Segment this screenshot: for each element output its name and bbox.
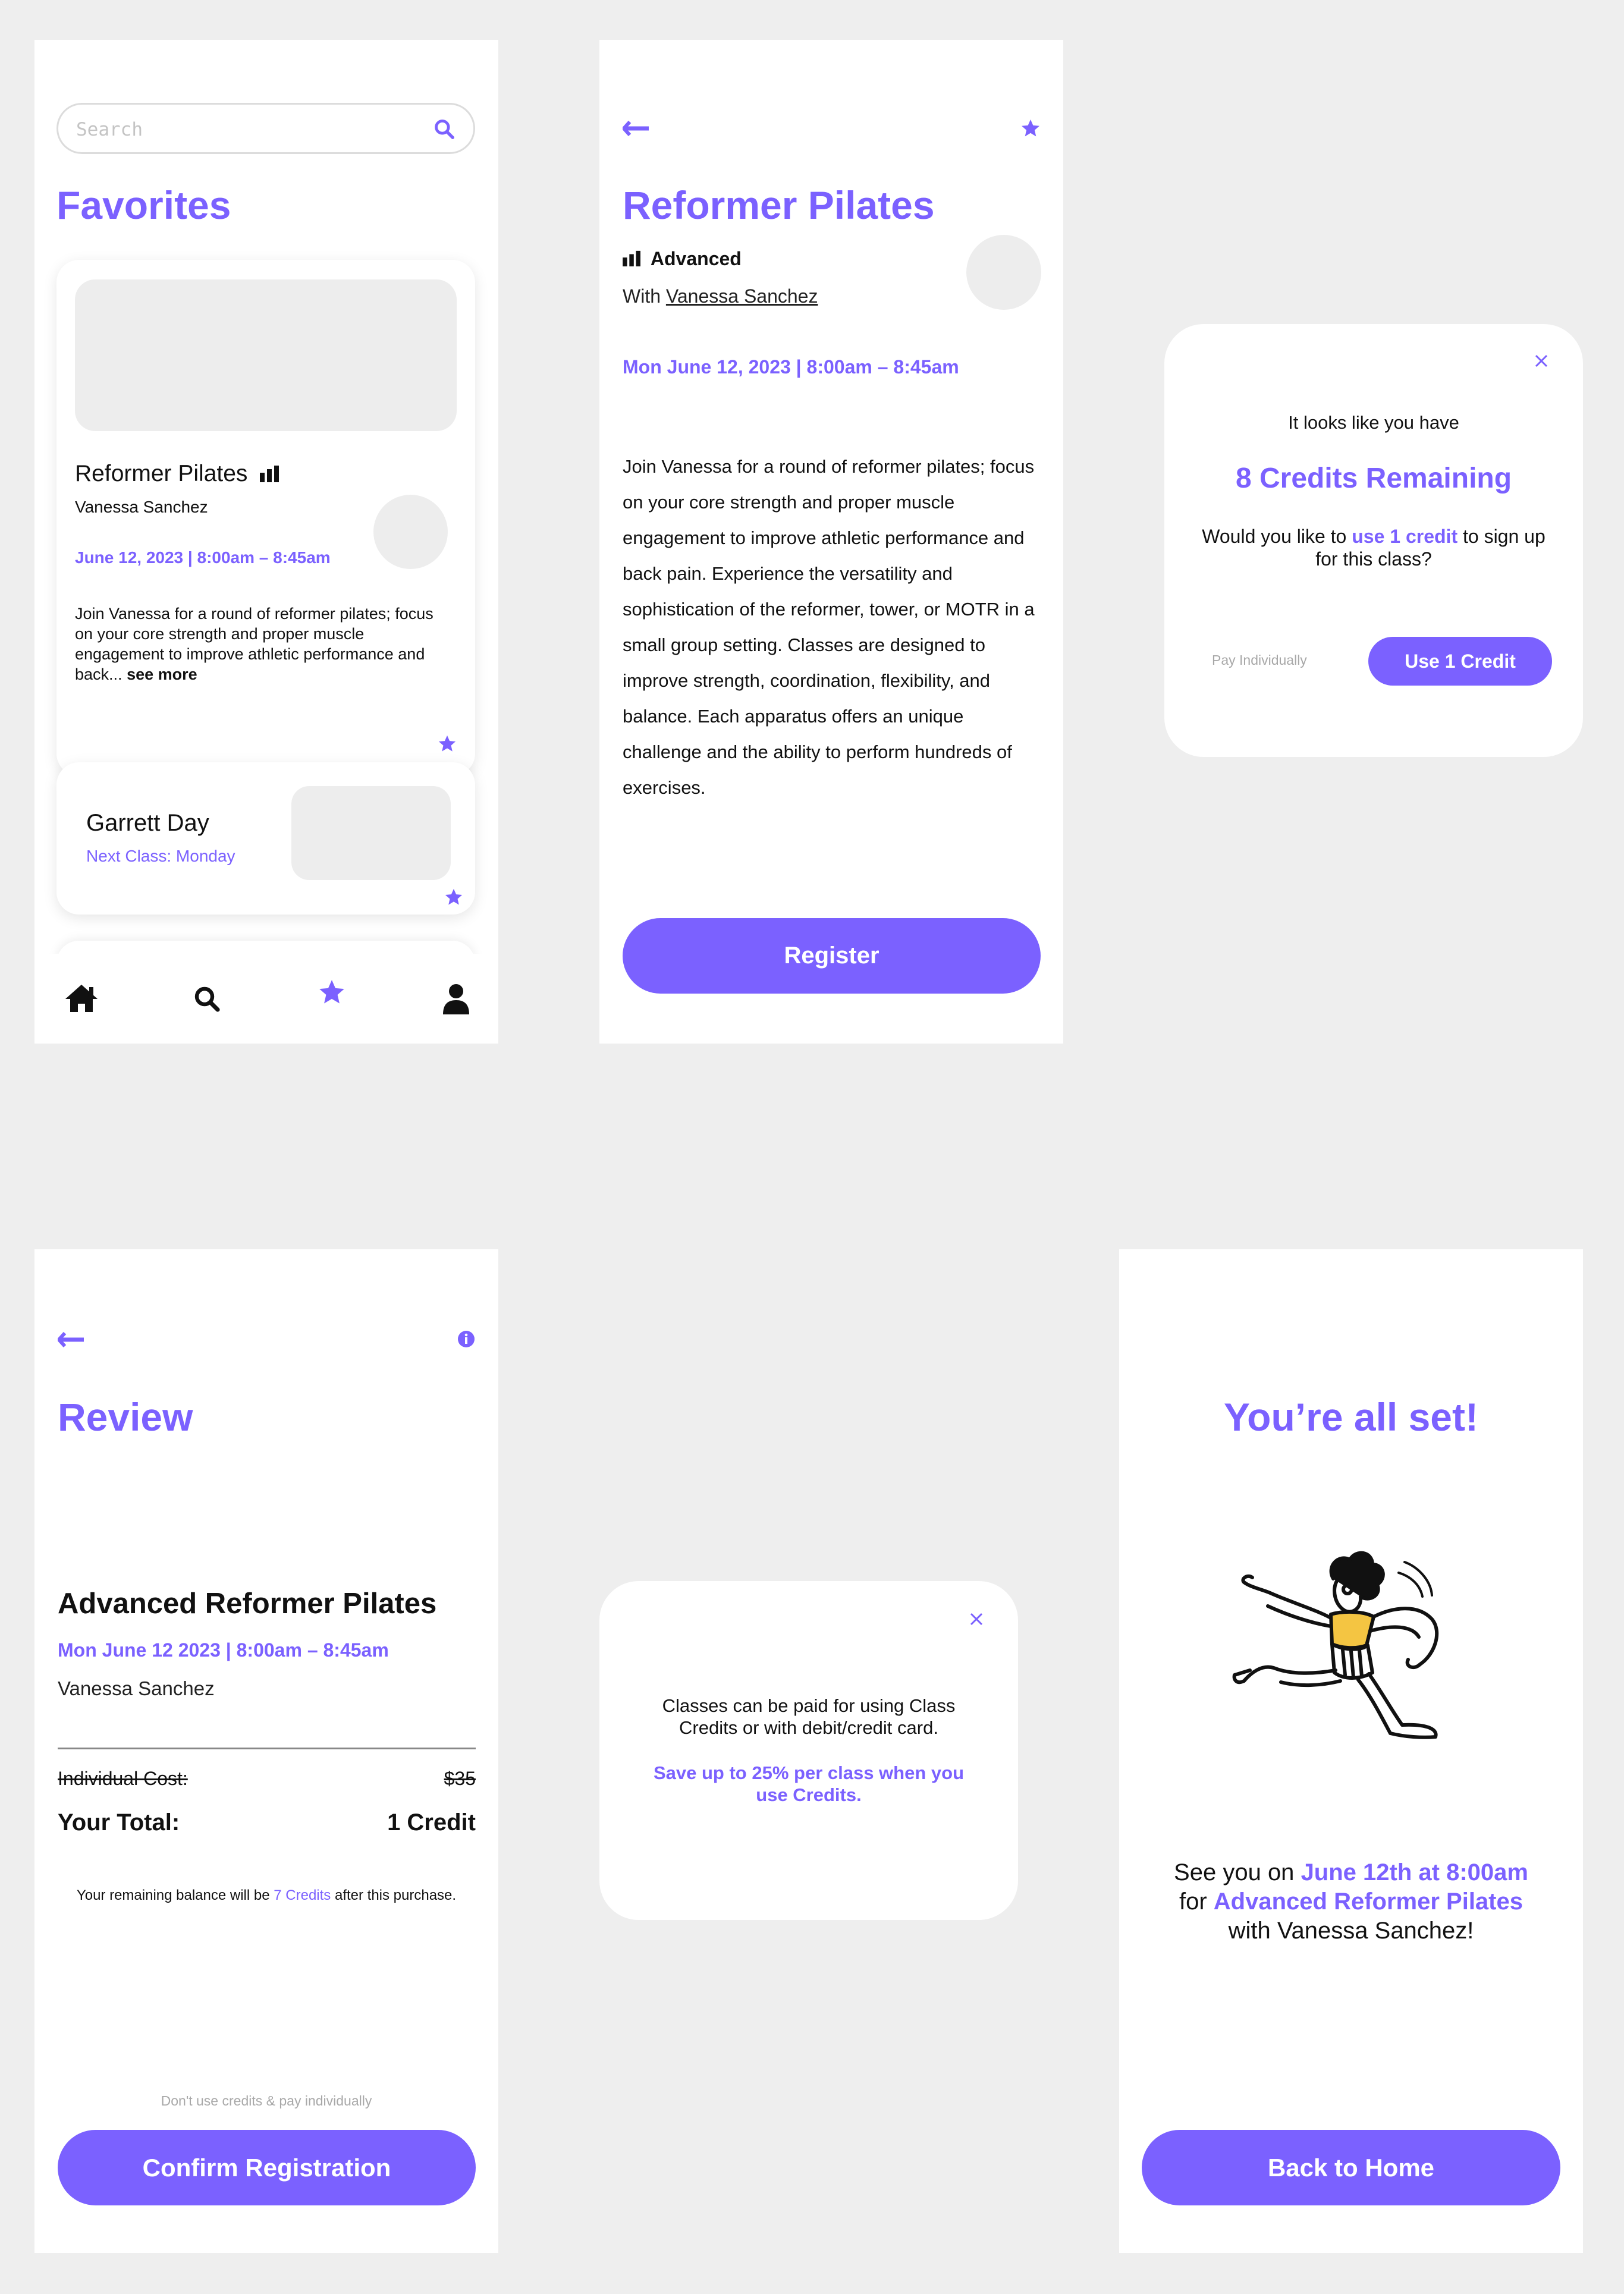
class-datetime: Mon June 12 2023 | 8:00am – 8:45am bbox=[58, 1639, 389, 1661]
info-icon[interactable] bbox=[457, 1330, 475, 1348]
instructor-avatar bbox=[966, 235, 1041, 310]
class-title: Reformer Pilates bbox=[75, 461, 280, 487]
instructor-card[interactable]: Garrett Day Next Class: Monday bbox=[56, 762, 475, 915]
class-card[interactable]: Reformer Pilates Vanessa Sanchez June 12… bbox=[56, 260, 475, 776]
info-modal: Classes can be paid for using Class Cred… bbox=[599, 1581, 1018, 1920]
level-bars-icon bbox=[623, 250, 642, 266]
star-icon[interactable] bbox=[1020, 118, 1041, 139]
class-datetime: Mon June 12, 2023 | 8:00am – 8:45am bbox=[623, 356, 959, 378]
register-button[interactable]: Register bbox=[623, 918, 1041, 994]
running-person-illustration bbox=[1226, 1548, 1476, 1753]
pay-individually-link[interactable]: Don't use credits & pay individually bbox=[34, 2093, 498, 2109]
class-instructor: Vanessa Sanchez bbox=[58, 1677, 215, 1699]
user-icon[interactable] bbox=[442, 983, 470, 1014]
back-arrow-icon[interactable] bbox=[58, 1332, 84, 1347]
search-placeholder: Search bbox=[76, 119, 143, 140]
instructor-link[interactable]: Vanessa Sanchez bbox=[666, 285, 818, 307]
home-icon[interactable] bbox=[64, 983, 99, 1013]
favorites-screen: Search Favorites Reformer Pilates Vaness… bbox=[34, 40, 498, 1044]
page-title: Favorites bbox=[56, 183, 231, 227]
balance-note: Your remaining balance will be 7 Credits… bbox=[76, 1887, 457, 1903]
individual-cost-value: $35 bbox=[444, 1768, 476, 1789]
star-icon[interactable] bbox=[444, 887, 464, 907]
page-title: You’re all set! bbox=[1224, 1395, 1478, 1439]
search-icon[interactable] bbox=[193, 985, 221, 1013]
info-highlight: Save up to 25% per class when you use Cr… bbox=[653, 1762, 965, 1805]
credits-intro: It looks like you have bbox=[1288, 412, 1459, 433]
close-icon[interactable] bbox=[1534, 354, 1548, 368]
total-label: Your Total: bbox=[58, 1809, 180, 1836]
instructor-name: Garrett Day bbox=[86, 810, 209, 836]
confirmation-line-1: See you on June 12th at 8:00am bbox=[1174, 1859, 1528, 1886]
next-class-label: Next Class: Monday bbox=[86, 847, 235, 865]
close-icon[interactable] bbox=[969, 1612, 984, 1626]
class-description: Join Vanessa for a round of reformer pil… bbox=[623, 456, 1035, 798]
class-name: Advanced Reformer Pilates bbox=[58, 1588, 437, 1620]
search-icon[interactable] bbox=[433, 118, 456, 140]
level-badge: Advanced bbox=[623, 248, 742, 270]
class-datetime: June 12, 2023 | 8:00am – 8:45am bbox=[75, 548, 331, 567]
credits-modal: It looks like you have 8 Credits Remaini… bbox=[1164, 324, 1583, 757]
level-label: Advanced bbox=[650, 248, 742, 269]
instructor-avatar bbox=[373, 495, 448, 569]
individual-cost-label: Individual Cost: bbox=[58, 1768, 188, 1789]
see-more-link[interactable]: see more bbox=[127, 665, 197, 683]
bottom-nav bbox=[34, 942, 498, 1044]
page-title: Reformer Pilates bbox=[623, 183, 935, 227]
star-icon[interactable] bbox=[317, 978, 347, 1007]
use-credit-button[interactable]: Use 1 Credit bbox=[1368, 637, 1552, 686]
confirmation-message: See you on June 12th at 8:00am for Advan… bbox=[1143, 1858, 1559, 1946]
page-title: Review bbox=[58, 1395, 193, 1439]
use-credit-link[interactable]: use 1 credit bbox=[1352, 526, 1457, 547]
instructor-line: With Vanessa Sanchez bbox=[623, 285, 818, 307]
pay-individually-link[interactable]: Pay Individually bbox=[1212, 652, 1307, 668]
class-image-placeholder bbox=[75, 279, 457, 431]
level-bars-icon bbox=[260, 464, 280, 482]
review-screen: Review Advanced Reformer Pilates Mon Jun… bbox=[34, 1249, 498, 2253]
total-value: 1 Credit bbox=[387, 1809, 476, 1836]
instructor-image-placeholder bbox=[291, 786, 451, 880]
back-arrow-icon[interactable] bbox=[623, 121, 649, 136]
credits-question: Would you like to use 1 credit to sign u… bbox=[1202, 526, 1546, 570]
back-to-home-button[interactable]: Back to Home bbox=[1142, 2130, 1560, 2205]
confirm-registration-button[interactable]: Confirm Registration bbox=[58, 2130, 476, 2205]
confirmation-line-3: with Vanessa Sanchez! bbox=[1228, 1918, 1474, 1944]
info-text: Classes can be paid for using Class Cred… bbox=[662, 1695, 956, 1738]
class-detail-screen: Reformer Pilates Advanced With Vanessa S… bbox=[599, 40, 1063, 1044]
success-screen: You’re all set! See you on June 12th at … bbox=[1119, 1249, 1583, 2253]
divider bbox=[58, 1748, 476, 1749]
class-description: Join Vanessa for a round of reformer pil… bbox=[75, 605, 434, 683]
search-bar[interactable]: Search bbox=[56, 103, 475, 154]
class-instructor: Vanessa Sanchez bbox=[75, 498, 208, 516]
confirmation-line-2: for Advanced Reformer Pilates bbox=[1179, 1888, 1523, 1915]
balance-credits: 7 Credits bbox=[274, 1887, 331, 1903]
star-icon[interactable] bbox=[437, 734, 457, 754]
credits-remaining: 8 Credits Remaining bbox=[1235, 463, 1512, 494]
